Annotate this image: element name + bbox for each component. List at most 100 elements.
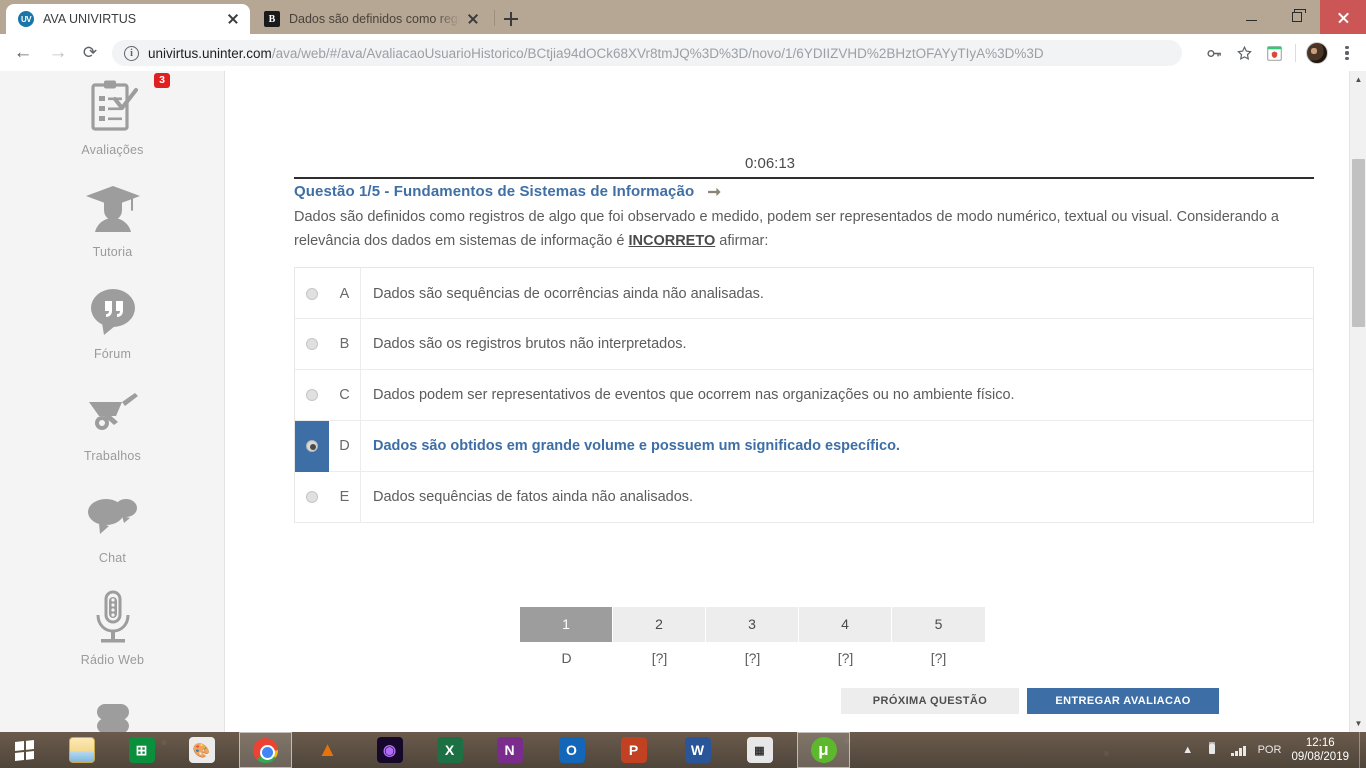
sidebar-item-avaliacoes[interactable]: 3 Avaliações: [0, 73, 225, 157]
question-divider: [294, 177, 1314, 179]
new-tab-button[interactable]: [500, 8, 522, 30]
sidebar-item-tutoria[interactable]: Tutoria: [0, 179, 225, 259]
toolbar-divider: [1295, 44, 1296, 62]
page-scrollbar[interactable]: ▲ ▼: [1349, 71, 1366, 732]
answer-options-list: A Dados são sequências de ocorrências ai…: [294, 267, 1314, 523]
sidebar-item-chat[interactable]: Chat: [0, 485, 225, 565]
sidebar-item-partial[interactable]: [0, 689, 225, 732]
sidebar-item-trabalhos[interactable]: Trabalhos: [0, 383, 225, 463]
question-nav-answer: D: [561, 650, 572, 666]
sidebar-item-label: Trabalhos: [84, 449, 141, 463]
radio-button-icon[interactable]: [306, 389, 318, 401]
radio-button-icon[interactable]: [306, 338, 318, 350]
microsoft-word-icon[interactable]: W: [671, 732, 724, 768]
google-chrome-icon[interactable]: [239, 732, 292, 768]
close-icon[interactable]: [464, 10, 482, 28]
answer-option-a[interactable]: A Dados são sequências de ocorrências ai…: [295, 268, 1313, 319]
radio-cell[interactable]: [295, 268, 329, 319]
forward-arrow-icon[interactable]: →: [44, 39, 72, 67]
network-icon[interactable]: [1205, 742, 1219, 758]
microsoft-onenote-icon[interactable]: N: [483, 732, 536, 768]
graduation-cap-icon: [0, 179, 225, 241]
microsoft-excel-icon[interactable]: X: [423, 732, 476, 768]
paint-icon[interactable]: 🎨: [175, 732, 228, 768]
browser-tab-ava-univirtus[interactable]: UV AVA UNIVIRTUS: [6, 4, 250, 34]
file-explorer-icon[interactable]: [55, 732, 108, 768]
tab-separator: [494, 10, 495, 26]
key-icon[interactable]: [1199, 38, 1229, 68]
clipboard-check-icon: 3: [0, 73, 225, 139]
next-question-button[interactable]: PRÓXIMA QUESTÃO: [841, 688, 1019, 714]
page-title: Questão 1/5 - Fundamentos de Sistemas de…: [294, 182, 721, 202]
radio-button-icon[interactable]: [306, 491, 318, 503]
back-arrow-icon[interactable]: ←: [9, 39, 37, 67]
browser-tab-dados-sao-definidos[interactable]: B Dados são definidos como regist: [252, 4, 490, 34]
question-nav-answer: [?]: [930, 650, 947, 666]
chat-bubbles-icon: [0, 485, 225, 547]
scrollbar-thumb[interactable]: [1352, 159, 1365, 327]
microsoft-store-icon[interactable]: ⊞: [115, 732, 168, 768]
close-icon[interactable]: [224, 10, 242, 28]
option-letter: E: [339, 489, 350, 505]
kebab-menu-icon[interactable]: [1332, 38, 1362, 68]
scroll-up-arrow-icon[interactable]: ▲: [1350, 71, 1366, 88]
browser-toolbar: ← → ⟳ i univirtus.uninter.com/ava/web/#/…: [0, 34, 1366, 71]
option-text: Dados são obtidos em grande volume e pos…: [373, 438, 900, 454]
url-host: univirtus.uninter.com: [148, 45, 272, 61]
radio-cell[interactable]: [295, 420, 329, 472]
radio-cell[interactable]: [295, 319, 329, 370]
page-viewport: 3 Avaliações Tutoria Fórum Trabalhos Cha…: [0, 71, 1366, 732]
volume-bars-icon[interactable]: [1231, 745, 1246, 756]
question-nav-item-1[interactable]: 1 D: [520, 607, 613, 666]
answer-option-e[interactable]: E Dados sequências de fatos ainda não an…: [295, 471, 1313, 523]
windows-start-icon[interactable]: [0, 732, 48, 768]
question-nav-item-3[interactable]: 3 [?]: [706, 607, 799, 666]
extension-icon[interactable]: [1259, 38, 1289, 68]
close-icon[interactable]: [1320, 0, 1366, 34]
sidebar-item-radio-web[interactable]: Rádio Web: [0, 587, 225, 667]
radio-button-selected-icon[interactable]: [306, 440, 318, 452]
movies-tv-icon[interactable]: ◉: [363, 732, 416, 768]
minimize-icon[interactable]: [1228, 0, 1274, 34]
question-nav-item-4[interactable]: 4 [?]: [799, 607, 892, 666]
vlc-media-player-icon[interactable]: ▲: [301, 732, 354, 768]
info-circle-icon[interactable]: i: [124, 45, 139, 61]
arrow-right-icon[interactable]: ➞: [708, 182, 722, 202]
submit-exam-button[interactable]: ENTREGAR AVALIACAO: [1027, 688, 1219, 714]
question-nav-item-5[interactable]: 5 [?]: [892, 607, 985, 666]
radio-cell[interactable]: [295, 472, 329, 523]
question-nav-number[interactable]: 3: [706, 607, 799, 642]
exam-action-buttons: PRÓXIMA QUESTÃO ENTREGAR AVALIACAO: [520, 688, 1366, 714]
question-nav-number[interactable]: 5: [892, 607, 985, 642]
microphone-icon: [0, 587, 225, 649]
calculator-icon[interactable]: ▦: [733, 732, 786, 768]
sidebar-item-label: Tutoria: [92, 245, 133, 259]
option-text: Dados são sequências de ocorrências aind…: [373, 285, 764, 302]
answer-option-d[interactable]: D Dados são obtidos em grande volume e p…: [295, 420, 1313, 472]
utorrent-icon[interactable]: μ: [797, 732, 850, 768]
question-nav-number[interactable]: 4: [799, 607, 892, 642]
question-nav-number[interactable]: 2: [613, 607, 706, 642]
star-bookmark-icon[interactable]: [1229, 38, 1259, 68]
reload-icon[interactable]: ⟳: [76, 39, 104, 67]
radio-button-icon[interactable]: [306, 287, 318, 300]
tab-title: AVA UNIVIRTUS: [43, 12, 137, 26]
address-bar[interactable]: i univirtus.uninter.com/ava/web/#/ava/Av…: [112, 40, 1182, 66]
question-nav-item-2[interactable]: 2 [?]: [613, 607, 706, 666]
question-statement: Dados são definidos como registros de al…: [294, 205, 1316, 253]
maximize-icon[interactable]: [1274, 0, 1320, 34]
ava-sidebar: 3 Avaliações Tutoria Fórum Trabalhos Cha…: [0, 71, 225, 732]
question-nav-number[interactable]: 1: [520, 607, 613, 642]
show-desktop-button[interactable]: [1359, 732, 1366, 768]
chevron-up-icon[interactable]: ▲: [1182, 744, 1193, 756]
microsoft-powerpoint-icon[interactable]: P: [607, 732, 660, 768]
sidebar-item-forum[interactable]: Fórum: [0, 281, 225, 361]
scroll-down-arrow-icon[interactable]: ▼: [1350, 715, 1366, 732]
profile-avatar[interactable]: [1302, 38, 1332, 68]
answer-option-b[interactable]: B Dados são os registros brutos não inte…: [295, 318, 1313, 370]
microsoft-outlook-icon[interactable]: O: [545, 732, 598, 768]
taskbar-clock[interactable]: 12:16 09/08/2019: [1291, 736, 1349, 764]
answer-option-c[interactable]: C Dados podem ser representativos de eve…: [295, 369, 1313, 421]
language-indicator[interactable]: POR: [1258, 744, 1282, 756]
radio-cell[interactable]: [295, 370, 329, 421]
